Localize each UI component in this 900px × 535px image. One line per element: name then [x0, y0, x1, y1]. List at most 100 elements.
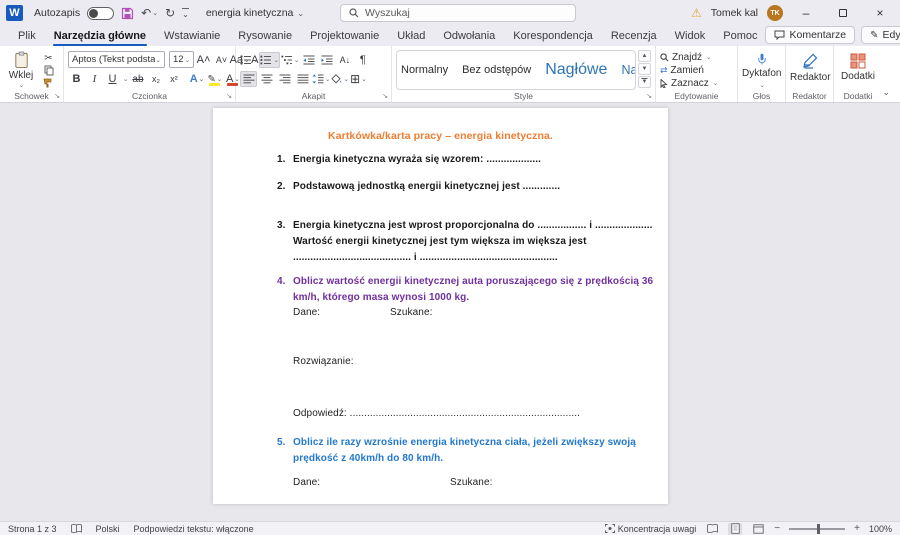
numbered-list-button[interactable]: ⌄ — [259, 52, 279, 68]
editing-mode-button[interactable]: ✎ Edycja ⌄ — [861, 26, 900, 44]
format-painter-button[interactable] — [40, 77, 57, 89]
shading-button[interactable]: ⌄ — [331, 71, 348, 87]
proofing-book-icon[interactable] — [71, 524, 82, 533]
bold-button[interactable]: B — [68, 71, 85, 87]
tab-projektowanie[interactable]: Projektowanie — [302, 28, 387, 46]
text-predictions-indicator[interactable]: Podpowiedzi tekstu: włączone — [134, 524, 254, 534]
style-normal[interactable]: Normalny — [401, 64, 448, 76]
avatar[interactable]: TK — [767, 5, 783, 21]
highlight-button[interactable]: ✎⌄ — [206, 71, 223, 87]
styles-scroll-up-button[interactable]: ▲ — [638, 50, 651, 62]
customize-qat-button[interactable]: ⌄ — [182, 8, 189, 19]
chevron-down-icon: ⌄ — [325, 75, 330, 83]
dialog-launcher-icon[interactable]: ↘ — [226, 92, 232, 100]
dialog-launcher-icon[interactable]: ↘ — [382, 92, 388, 100]
tab-rysowanie[interactable]: Rysowanie — [230, 28, 300, 46]
decrease-indent-button[interactable] — [300, 52, 317, 68]
search-box[interactable]: Wyszukaj — [340, 4, 576, 22]
maximize-button[interactable] — [829, 2, 857, 24]
editor-label: Redaktor — [790, 72, 831, 83]
styles-scroll-down-button[interactable]: ▼ — [638, 63, 651, 75]
tab-wstawianie[interactable]: Wstawianie — [156, 28, 228, 46]
copy-button[interactable] — [40, 64, 57, 76]
list-number: 3. — [277, 220, 293, 231]
sort-button[interactable]: A↓ — [336, 52, 353, 68]
close-button[interactable]: × — [866, 2, 894, 24]
dialog-launcher-icon[interactable]: ↘ — [646, 92, 652, 100]
align-right-button[interactable] — [276, 71, 293, 87]
tab-pomoc[interactable]: Pomoc — [715, 28, 765, 46]
align-center-button[interactable] — [258, 71, 275, 87]
find-button[interactable]: Znajdź ⌄ — [660, 51, 718, 63]
zoom-slider-thumb[interactable] — [817, 524, 820, 534]
autosave-toggle[interactable] — [87, 7, 114, 20]
tab-recenzja[interactable]: Recenzja — [603, 28, 665, 46]
line-spacing-button[interactable]: ⌄ — [312, 71, 330, 87]
collapse-ribbon-button[interactable]: ⌄ — [882, 87, 890, 98]
redo-button[interactable]: ↻ — [165, 6, 175, 20]
editor-button[interactable]: Redaktor — [790, 50, 831, 89]
shrink-font-button[interactable]: A˅ — [213, 52, 230, 68]
language-indicator[interactable]: Polski — [96, 524, 120, 534]
chevron-down-icon: ⌄ — [185, 56, 190, 64]
grow-font-button[interactable]: A˄ — [195, 52, 212, 68]
print-layout-icon — [731, 523, 740, 534]
document-title[interactable]: energia kinetyczna ⌄ — [206, 7, 304, 19]
tab-uklad[interactable]: Układ — [389, 28, 433, 46]
group-editing: Znajdź ⌄ ⇄ Zamień Zaznacz ⌄ Edytowanie — [656, 46, 738, 102]
paste-button[interactable]: Wklej ⌄ — [4, 50, 38, 89]
warning-icon[interactable]: ⚠ — [691, 6, 702, 20]
document-area[interactable]: Kartkówka/karta pracy – energia kinetycz… — [0, 103, 900, 521]
font-size-combo[interactable]: 12⌄ — [169, 51, 194, 68]
superscript-button[interactable]: x² — [165, 71, 182, 87]
justify-button[interactable] — [294, 71, 311, 87]
document-page[interactable]: Kartkówka/karta pracy – energia kinetycz… — [213, 108, 668, 504]
question-4: 4.Oblicz wartość energii kinetycznej aut… — [277, 276, 653, 287]
subscript-button[interactable]: x₂ — [147, 71, 164, 87]
tab-plik[interactable]: Plik — [10, 28, 44, 46]
italic-button[interactable]: I — [86, 71, 103, 87]
tab-odwolania[interactable]: Odwołania — [435, 28, 503, 46]
undo-button[interactable]: ↶⌄ — [141, 6, 158, 20]
dictate-button[interactable]: Dyktafon ⌄ — [742, 50, 781, 89]
cut-button[interactable]: ✂ — [40, 52, 57, 64]
styles-more-button[interactable]: ▼ — [638, 76, 651, 88]
focus-button[interactable]: Koncentracja uwagi — [605, 524, 697, 534]
bullet-list-button[interactable]: ⌄ — [240, 52, 258, 68]
increase-indent-button[interactable] — [318, 52, 335, 68]
tab-widok[interactable]: Widok — [667, 28, 714, 46]
borders-button[interactable]: ⊞⌄ — [350, 71, 367, 87]
underline-button[interactable]: U — [104, 71, 121, 87]
multilevel-list-button[interactable]: ⌄ — [281, 52, 299, 68]
chevron-down-icon: ⌄ — [182, 10, 189, 19]
minimize-button[interactable]: – — [792, 2, 820, 24]
dialog-launcher-icon[interactable]: ↘ — [54, 92, 60, 100]
read-mode-button[interactable] — [705, 523, 719, 535]
zoom-in-button[interactable]: + — [854, 523, 860, 534]
web-layout-button[interactable] — [751, 523, 765, 535]
style-heading1[interactable]: Nagłówe — [545, 61, 607, 79]
zoom-out-button[interactable]: − — [774, 523, 780, 534]
replace-button[interactable]: ⇄ Zamień — [660, 64, 718, 76]
font-name-combo[interactable]: Aptos (Tekst podsta⌄ — [68, 51, 165, 68]
comment-icon — [774, 30, 785, 40]
numbered-list-icon — [260, 55, 272, 65]
select-button[interactable]: Zaznacz ⌄ — [660, 77, 718, 89]
style-no-spacing[interactable]: Bez odstępów — [462, 64, 531, 76]
tab-korespondencja[interactable]: Korespondencja — [505, 28, 601, 46]
zoom-level[interactable]: 100% — [869, 524, 892, 534]
strikethrough-button[interactable]: ab — [129, 71, 146, 87]
show-formatting-button[interactable]: ¶ — [354, 52, 371, 68]
print-layout-button[interactable] — [728, 523, 742, 535]
chevron-down-icon: ⌄ — [19, 81, 24, 89]
page-indicator[interactable]: Strona 1 z 3 — [8, 524, 57, 534]
comments-button[interactable]: Komentarze — [765, 26, 855, 44]
save-button[interactable] — [121, 7, 134, 20]
style-heading2[interactable]: Nagłówek 2 — [621, 63, 636, 77]
list-number: 2. — [277, 181, 293, 192]
tab-narzedzia-glowne[interactable]: Narzędzia główne — [46, 28, 154, 46]
align-left-button[interactable] — [240, 71, 257, 87]
addins-button[interactable]: Dodatki — [838, 50, 878, 89]
zoom-slider[interactable] — [789, 528, 845, 530]
text-effects-button[interactable]: A⌄ — [188, 71, 205, 87]
